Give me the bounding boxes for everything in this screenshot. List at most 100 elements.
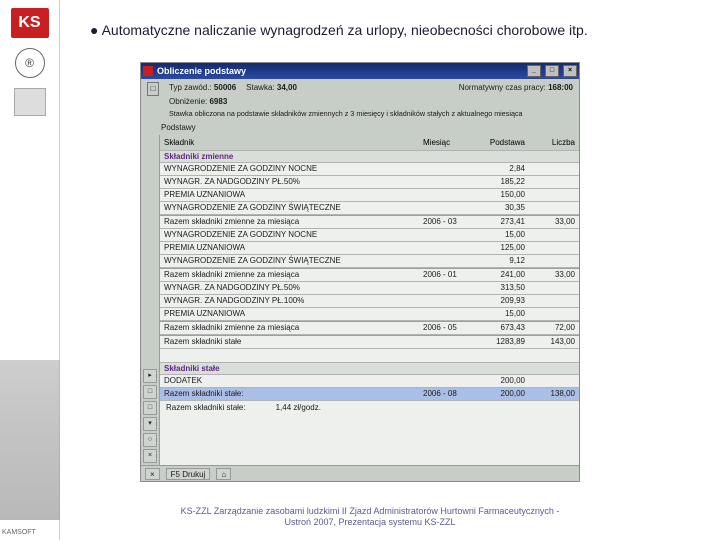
cell-c1: WYNAGR. ZA NADGODZINY PŁ.50% xyxy=(160,176,419,188)
cell-c3: 273,41 xyxy=(474,216,529,228)
cell-c4: 33,00 xyxy=(529,269,579,281)
cell-c2 xyxy=(419,229,474,241)
close-x-button[interactable]: × xyxy=(145,468,160,480)
table-row[interactable]: Razem składniki zmienne za miesiąca2006 … xyxy=(160,215,579,229)
table-row[interactable]: WYNAGRODZENIE ZA GODZINY ŚWIĄTECZNE 9,12 xyxy=(160,255,579,268)
table-row[interactable]: WYNAGRODZENIE ZA GODZINY NOCNE2,84 xyxy=(160,163,579,176)
tool-column: ▸ □ □ ▾ ○ × xyxy=(141,135,159,465)
cell-c2 xyxy=(419,295,474,307)
cell-c1: Razem składniki zmienne za miesiąca xyxy=(160,322,419,334)
norm-label: Normatywny czas pracy: xyxy=(459,83,546,92)
cell-c2 xyxy=(419,242,474,254)
tool-btn-1[interactable]: ▸ xyxy=(143,369,157,383)
cell-c3: 241,00 xyxy=(474,269,529,281)
cell-c1: Razem składniki stałe: xyxy=(160,388,419,400)
table-row[interactable]: PREMIA UZNANIOWA150,00 xyxy=(160,189,579,202)
rate-label: Razem składniki stałe: xyxy=(166,403,246,412)
table-row[interactable]: WYNAGRODZENIE ZA GODZINY NOCNE15,00 xyxy=(160,229,579,242)
statusbar: × F5 Drukuj ⌂ xyxy=(141,465,579,481)
cell-c3: 200,00 xyxy=(474,375,529,387)
table-row[interactable]: Razem składniki zmienne za miesiąca2006 … xyxy=(160,321,579,335)
tool-btn-5[interactable]: ○ xyxy=(143,433,157,447)
cell-c1: Razem składniki zmienne za miesiąca xyxy=(160,269,419,281)
tool-btn-2[interactable]: □ xyxy=(143,385,157,399)
cell-c3: 185,22 xyxy=(474,176,529,188)
cell-c3: 15,00 xyxy=(474,229,529,241)
table-row[interactable]: WYNAGR. ZA NADGODZINY PŁ.50% 185,22 xyxy=(160,176,579,189)
tool-btn-4[interactable]: ▾ xyxy=(143,417,157,431)
info-panel: □ Podstawy Typ zawód.: 50006 Stawka: 34,… xyxy=(141,79,579,135)
col-miesiac[interactable]: Miesiąc xyxy=(419,137,474,149)
obn-value: 6983 xyxy=(209,97,227,106)
cell-c4: 33,00 xyxy=(529,216,579,228)
map-icon xyxy=(14,88,46,116)
cell-c2 xyxy=(419,282,474,294)
tool-btn-3[interactable]: □ xyxy=(143,401,157,415)
section-stale: Składniki stałe xyxy=(160,363,579,375)
cell-c3: 200,00 xyxy=(474,388,529,400)
col-liczba[interactable]: Liczba xyxy=(529,137,579,149)
table-row[interactable]: WYNAGR. ZA NADGODZINY PŁ.100%209,93 xyxy=(160,295,579,308)
cell-c3: 2,84 xyxy=(474,163,529,175)
cell-c2 xyxy=(419,202,474,214)
cell-c2 xyxy=(419,189,474,201)
cell-c3: 1283,89 xyxy=(474,336,529,348)
cell-c4 xyxy=(529,255,579,267)
cell-c4 xyxy=(529,229,579,241)
cell-c2 xyxy=(419,336,474,348)
window-title: Obliczenie podstawy xyxy=(157,66,246,76)
cell-c4 xyxy=(529,282,579,294)
cell-c3: 313,50 xyxy=(474,282,529,294)
cell-c1: WYNAGRODZENIE ZA GODZINY ŚWIĄTECZNE xyxy=(160,255,419,267)
print-button[interactable]: F5 Drukuj xyxy=(166,468,211,480)
ks-logo: KS xyxy=(11,8,49,38)
section-zmienne: Składniki zmienne xyxy=(160,151,579,163)
cell-c4: 143,00 xyxy=(529,336,579,348)
tool-btn-6[interactable]: × xyxy=(143,449,157,463)
registered-badge: ® xyxy=(15,48,45,78)
minimize-button[interactable]: _ xyxy=(527,65,541,77)
cell-c1: PREMIA UZNANIOWA xyxy=(160,308,419,320)
cell-c2 xyxy=(419,163,474,175)
table-row[interactable]: PREMIA UZNANIOWA 125,00 xyxy=(160,242,579,255)
cell-c2 xyxy=(419,308,474,320)
table-row[interactable]: Razem składniki stałe1283,89143,00 xyxy=(160,335,579,349)
status-icon[interactable]: ⌂ xyxy=(216,468,231,480)
col-skladnik[interactable]: Składnik xyxy=(160,137,419,149)
table-row[interactable]: Razem składniki zmienne za miesiąca2006 … xyxy=(160,268,579,282)
cell-c4 xyxy=(529,176,579,188)
cell-c3: 9,12 xyxy=(474,255,529,267)
cell-c4 xyxy=(529,295,579,307)
cell-c4 xyxy=(529,242,579,254)
table-row[interactable]: WYNAGRODZENIE ZA GODZINY ŚWIĄTECZNE30,35 xyxy=(160,202,579,215)
blank-row xyxy=(160,349,579,363)
doc-icon[interactable]: □ xyxy=(147,82,159,96)
table-row[interactable]: DODATEK200,00 xyxy=(160,375,579,388)
cell-c2: 2006 - 03 xyxy=(419,216,474,228)
footer-line1: KS-ZZL Zarządzanie zasobami ludzkimi II … xyxy=(90,506,650,517)
cell-c2 xyxy=(419,255,474,267)
footer-line2: Ustroń 2007, Prezentacja systemu KS-ZZL xyxy=(90,517,650,528)
cell-c1: PREMIA UZNANIOWA xyxy=(160,242,419,254)
maximize-button[interactable]: □ xyxy=(545,65,559,77)
cell-c4 xyxy=(529,308,579,320)
table-row[interactable]: PREMIA UZNANIOWA 15,00 xyxy=(160,308,579,321)
col-podstawa[interactable]: Podstawa xyxy=(474,137,529,149)
app-window: Obliczenie podstawy _ □ × □ Podstawy Typ… xyxy=(140,62,580,482)
info-desc: Stawka obliczona na podstawie składników… xyxy=(169,108,523,120)
decorative-image xyxy=(0,360,60,520)
cell-c3: 125,00 xyxy=(474,242,529,254)
typ-label: Typ zawód.: xyxy=(169,83,212,92)
app-icon xyxy=(143,66,153,76)
table-row[interactable]: WYNAGR. ZA NADGODZINY PŁ.50%313,50 xyxy=(160,282,579,295)
cell-c1: WYNAGR. ZA NADGODZINY PŁ.100% xyxy=(160,295,419,307)
stawka-label: Stawka: xyxy=(246,83,274,92)
table-row[interactable]: Razem składniki stałe:2006 - 08200,00138… xyxy=(160,388,579,401)
cell-c4 xyxy=(529,189,579,201)
cell-c3: 15,00 xyxy=(474,308,529,320)
data-grid[interactable]: Składnik Miesiąc Podstawa Liczba Składni… xyxy=(159,135,579,465)
titlebar[interactable]: Obliczenie podstawy _ □ × xyxy=(141,63,579,79)
rate-value: 1,44 zł/godz. xyxy=(276,403,321,412)
close-button[interactable]: × xyxy=(563,65,577,77)
cell-c3: 30,35 xyxy=(474,202,529,214)
